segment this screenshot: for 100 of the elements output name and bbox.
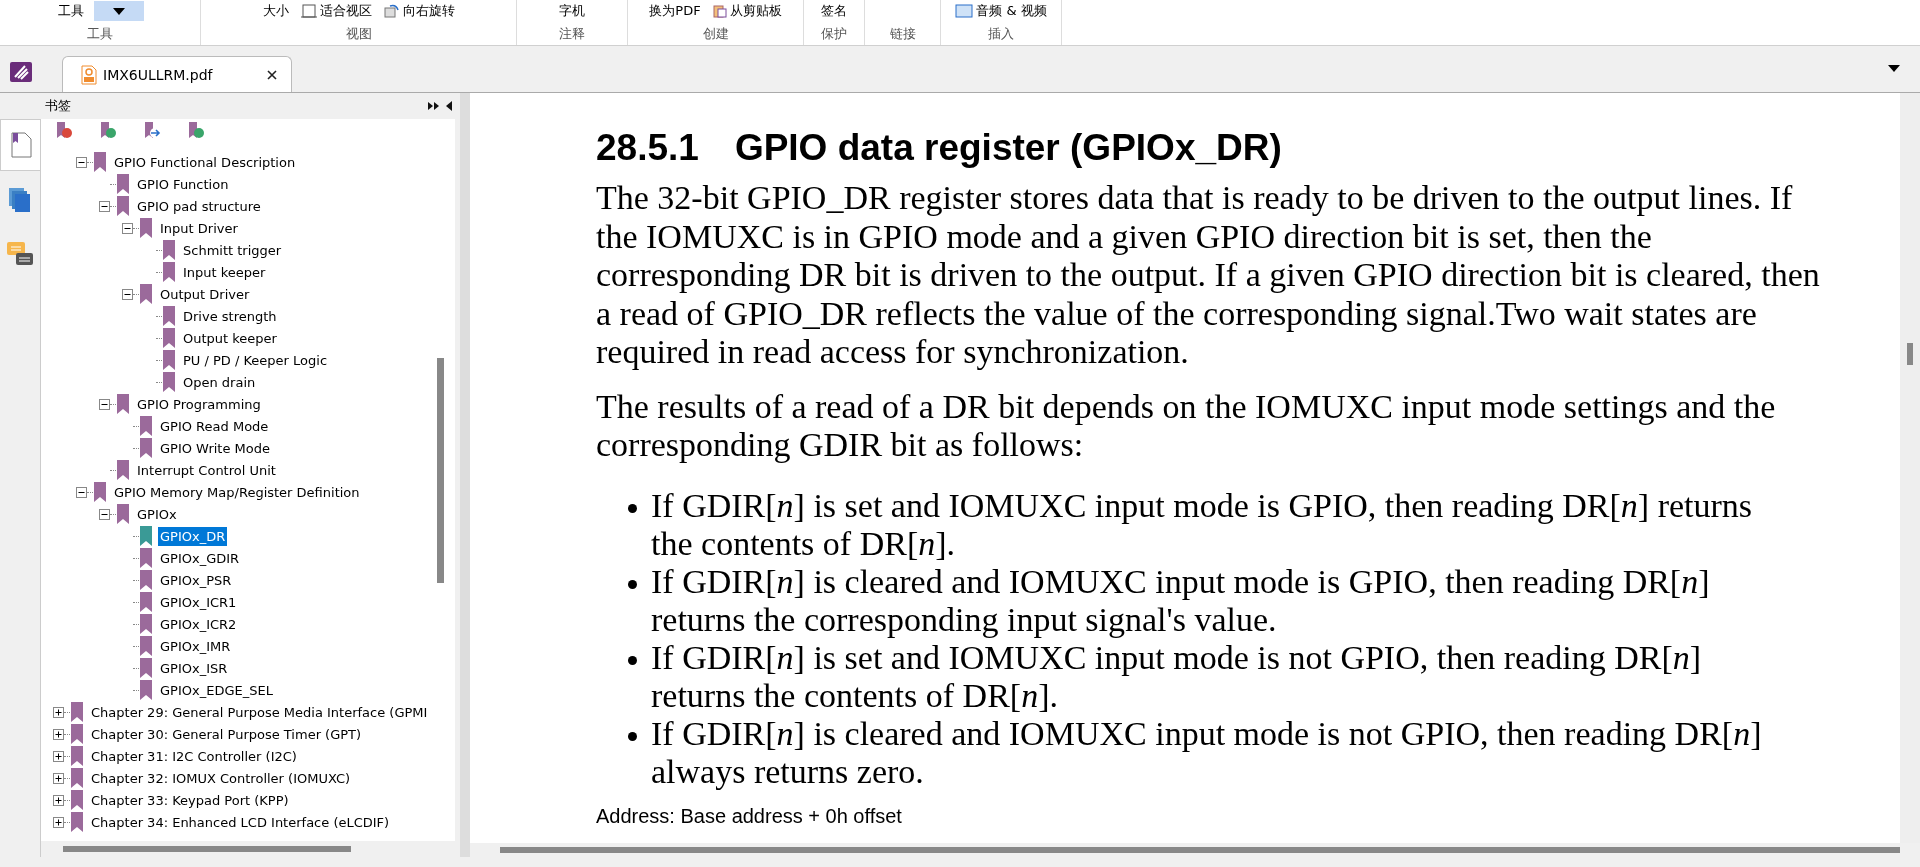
bookmark-item[interactable]: Output keeper (181, 328, 279, 348)
collapse-icon[interactable] (122, 288, 133, 300)
ribbon-button[interactable]: 换为PDF (647, 1, 703, 21)
bookmark-icon (140, 592, 152, 612)
bookmark-icon (117, 394, 129, 414)
group-label: 注释 (559, 25, 585, 43)
bookmark-item[interactable]: Chapter 31: I2C Controller (I2C) (89, 746, 299, 766)
group-label: 创建 (702, 25, 729, 43)
bookmark-item[interactable]: GPIOx_GDIR (158, 548, 242, 568)
bookmark-item[interactable]: GPIO Write Mode (158, 438, 272, 458)
scrollbar-thumb[interactable] (63, 846, 351, 852)
bookmark-item[interactable]: GPIO Function (135, 174, 231, 194)
collapse-icon[interactable] (76, 486, 87, 498)
section-title: GPIO data register (GPIOx_DR) (734, 127, 1282, 169)
dropdown-button[interactable] (94, 1, 144, 21)
bookmark-item[interactable]: GPIOx_DR (158, 526, 228, 546)
bookmark-icon (163, 306, 175, 326)
bookmark-item[interactable]: GPIOx_EDGE_SEL (158, 680, 275, 700)
caret-icon[interactable] (1888, 65, 1900, 72)
collapse-icon[interactable] (99, 398, 110, 410)
group-label: 插入 (988, 25, 1014, 43)
bookmark-icon (163, 372, 175, 392)
expand-icon[interactable] (53, 794, 64, 806)
scrollbar-thumb[interactable] (437, 358, 444, 583)
comments-icon (6, 240, 34, 268)
ribbon-button[interactable]: 向右旋转 (381, 1, 457, 21)
bookmark-item[interactable]: Chapter 32: IOMUX Controller (IOMUXC) (89, 768, 353, 788)
bullet-icon (628, 579, 637, 589)
ribbon-button[interactable]: 字机 (557, 1, 587, 21)
bookmark-item[interactable]: Open drain (181, 372, 258, 392)
ribbon-button[interactable]: 签名 (819, 1, 849, 21)
panel-title: 书签 (45, 97, 72, 115)
scrollbar-thumb[interactable] (1907, 343, 1913, 365)
film-icon (955, 4, 974, 18)
ribbon-button[interactable]: 适合视区 (298, 1, 374, 21)
bookmark-icon (140, 548, 152, 568)
bookmark-icon (71, 768, 83, 788)
bullet-icon (628, 503, 637, 513)
collapse-icon[interactable] (122, 222, 133, 234)
bookmark-item[interactable]: Drive strength (181, 306, 279, 326)
bookmark-item[interactable]: GPIOx_IMR (158, 636, 233, 656)
bookmark-icon (117, 196, 129, 216)
collapse-panel-icon[interactable] (446, 101, 452, 111)
expand-panel-icon[interactable] (428, 101, 440, 111)
ribbon-button[interactable]: 大小 (260, 1, 291, 21)
expand-icon[interactable] (53, 750, 64, 762)
rotate-icon (383, 4, 400, 18)
bookmark-item[interactable]: Schmitt trigger (181, 240, 284, 260)
close-icon[interactable] (267, 69, 277, 80)
collapse-icon[interactable] (99, 508, 110, 520)
app-logo-icon[interactable] (10, 62, 32, 82)
expand-icon[interactable] (53, 706, 64, 718)
paragraph: The 32-bit GPIO_DR register stores data that is ready to be driven to the output lines. If the IOMUXC is in GPIO mode and a given GPIO direction bit is set, then the corresponding DR bit is driven to the output. If a given GPIO direction bit is cleared, then a read of GPIO_DR reflects the value of the corresponding signal.Two wait states are required in read access for synchronization. (596, 179, 1821, 372)
section-number: 28.5.1 (596, 127, 699, 169)
bookmark-item[interactable]: GPIOx_PSR (158, 570, 234, 590)
expand-icon[interactable] (53, 728, 64, 740)
bookmark-icon (71, 812, 83, 832)
bookmark-item[interactable]: GPIOx (135, 504, 179, 524)
bookmark-item[interactable]: GPIOx_ICR1 (158, 592, 239, 612)
bookmark-item[interactable]: GPIO Memory Map/Register Definition (112, 482, 362, 502)
move-bookmark-icon[interactable] (143, 122, 163, 140)
ribbon-button[interactable]: 音频 & 视频 (953, 1, 1049, 21)
bookmark-icon (117, 460, 129, 480)
pages-icon (8, 187, 32, 213)
panel-tab[interactable] (0, 119, 40, 171)
bookmark-item[interactable]: Chapter 34: Enhanced LCD Interface (eLCDIF) (89, 812, 392, 832)
document-tab[interactable]: IMX6ULLRM.pdf (62, 56, 292, 92)
bookmark-icon (94, 152, 106, 172)
group-label: 工具 (87, 25, 113, 43)
list-item: If GDIR[n] is cleared and IOMUXC input mode is not GPIO, then reading DR[n] always returns zero. (651, 714, 1763, 791)
bookmark-item[interactable]: GPIOx_ISR (158, 658, 230, 678)
bookmark-item[interactable]: Input Driver (158, 218, 240, 238)
caret-icon (113, 7, 125, 15)
list-item: If GDIR[n] is set and IOMUXC input mode is GPIO, then reading DR[n] returns the contents of DR[n]. (651, 486, 1754, 563)
bookmark-item[interactable]: PU / PD / Keeper Logic (181, 350, 330, 370)
bookmark-icon (163, 240, 175, 260)
bookmark-icon (140, 570, 152, 590)
collapse-icon[interactable] (76, 156, 87, 168)
expand-icon[interactable] (53, 816, 64, 828)
bookmark-item[interactable]: Chapter 30: General Purpose Timer (GPT) (89, 724, 364, 744)
bookmark-item[interactable]: Output Driver (158, 284, 252, 304)
ribbon-button[interactable]: 工具 (56, 1, 86, 21)
scrollbar-thumb[interactable] (500, 847, 1900, 853)
bookmark-item[interactable]: GPIO Programming (135, 394, 263, 414)
bullet-icon (628, 655, 637, 665)
bookmark-icon (163, 262, 175, 282)
bookmark-icon (117, 504, 129, 524)
bookmark-item[interactable]: Input keeper (181, 262, 268, 282)
bookmark-item[interactable]: GPIO Functional Description (112, 152, 298, 172)
tab-title: IMX6ULLRM.pdf (103, 66, 214, 83)
collapse-icon[interactable] (99, 200, 110, 212)
bookmark-item[interactable]: GPIO Read Mode (158, 416, 271, 436)
bookmark-icon (140, 526, 152, 546)
bookmark-item[interactable]: GPIOx_ICR2 (158, 614, 239, 634)
expand-icon[interactable] (53, 772, 64, 784)
bookmark-item[interactable]: Chapter 29: General Purpose Media Interface (GPMI (89, 702, 430, 722)
bookmark-item[interactable]: Chapter 33: Keypad Port (KPP) (89, 790, 291, 810)
bookmark-item[interactable]: Interrupt Control Unit (135, 460, 278, 480)
bookmark-item[interactable]: GPIO pad structure (135, 196, 263, 216)
ribbon-button[interactable]: 从剪贴板 (710, 1, 784, 21)
